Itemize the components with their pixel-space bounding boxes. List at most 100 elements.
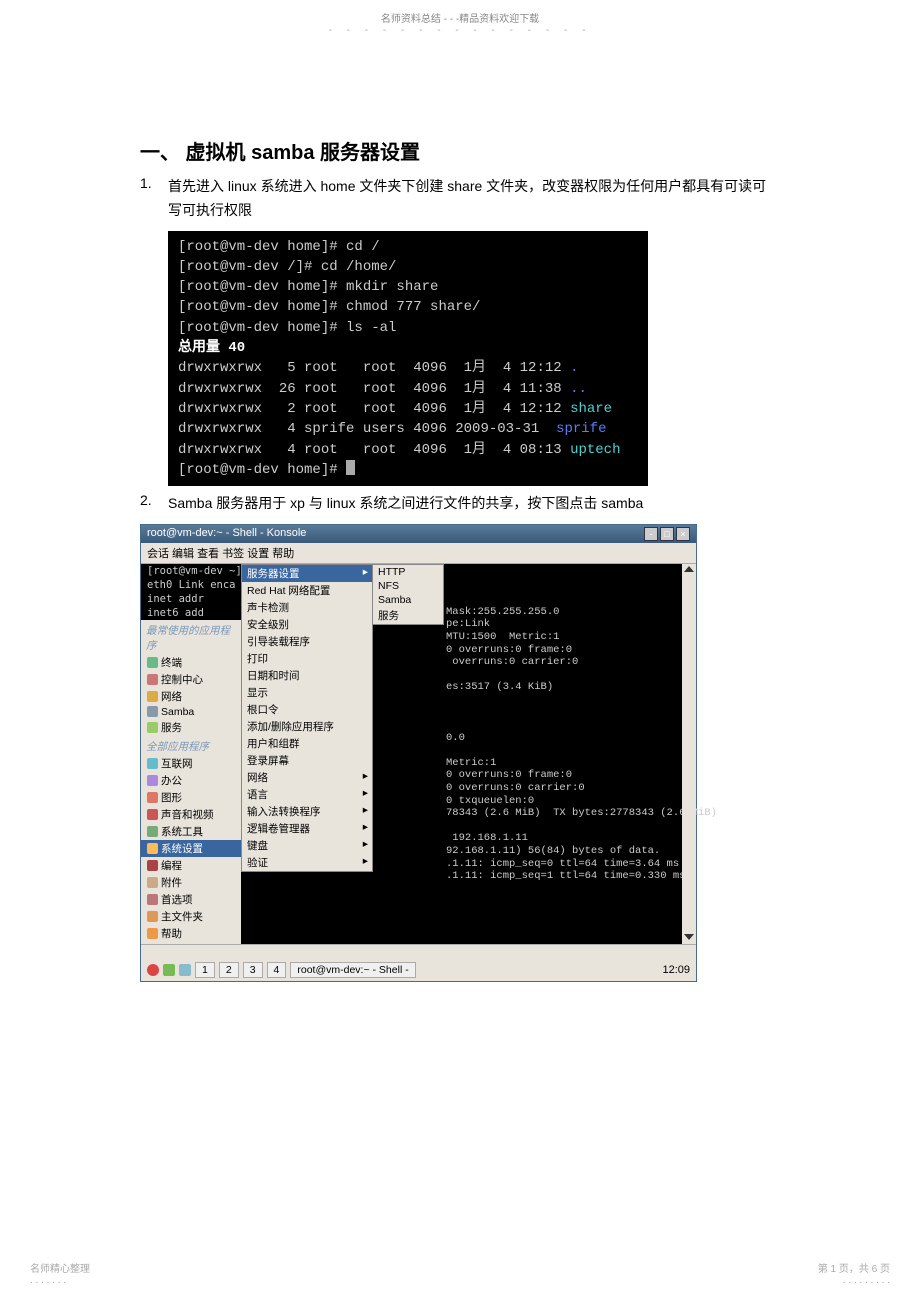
menu-item-control[interactable]: 控制中心 xyxy=(141,671,241,688)
menu-item-network[interactable]: 网络 xyxy=(141,688,241,705)
term-line: drwxrwxrwx 4 sprife users 4096 2009-03-3… xyxy=(178,421,556,437)
menu-item-media[interactable]: 声音和视频 xyxy=(141,806,241,823)
menu-item-service[interactable]: 服务 xyxy=(141,719,241,736)
scroll-up-icon[interactable] xyxy=(684,566,694,572)
term-fragment: eth0 Link enca xyxy=(141,578,241,592)
pager-2[interactable]: 2 xyxy=(219,962,239,978)
submenu-item-keyboard[interactable]: ▸键盘 xyxy=(242,837,372,854)
accessory-icon xyxy=(147,877,158,888)
submenu-server-settings[interactable]: HTTP NFS Samba 服务 xyxy=(372,564,444,625)
submenu-item-date[interactable]: 日期和时间 xyxy=(242,667,372,684)
kmenu-sidebar[interactable]: [root@vm-dev ~]# if eth0 Link enca inet … xyxy=(141,564,241,944)
footer-left: 名师精心整理. . . . . . . xyxy=(30,1260,90,1286)
submenu-item-users[interactable]: 用户和组群 xyxy=(242,735,372,752)
help-icon xyxy=(147,928,158,939)
term-fragment: inet addr xyxy=(141,592,241,606)
menu-item-systools[interactable]: 系统工具 xyxy=(141,823,241,840)
submenu-item-addremove[interactable]: 添加/删除应用程序 xyxy=(242,718,372,735)
menubar[interactable]: 会话 编辑 查看 书签 设置 帮助 xyxy=(141,543,696,564)
desktop-icon[interactable] xyxy=(163,964,175,976)
term-line: [root@vm-dev /]# cd /home/ xyxy=(178,259,396,275)
term-line: [root@vm-dev home]# ls -al xyxy=(178,320,396,336)
menu-item-graphics[interactable]: 图形 xyxy=(141,789,241,806)
menu-item-internet[interactable]: 互联网 xyxy=(141,755,241,772)
term-fragment: [root@vm-dev ~]# if xyxy=(141,564,241,578)
home-icon xyxy=(147,911,158,922)
menu-item-samba[interactable]: Samba xyxy=(141,705,241,719)
pager-4[interactable]: 4 xyxy=(267,962,287,978)
tools-icon xyxy=(147,826,158,837)
taskbar-clock[interactable]: 12:09 xyxy=(662,964,690,976)
header-dots: - - - - - - - - - - - - - - - xyxy=(329,25,592,36)
submenu-item-sound[interactable]: 声卡检测 xyxy=(242,599,372,616)
chevron-right-icon: ▸ xyxy=(363,855,368,867)
heading-1: 一、 虚拟机 samba 服务器设置 xyxy=(140,136,780,165)
submenu-item-display[interactable]: 显示 xyxy=(242,684,372,701)
submenu-item-boot[interactable]: 引导装载程序 xyxy=(242,633,372,650)
submenu-item-security[interactable]: 安全级别 xyxy=(242,616,372,633)
dev-icon xyxy=(147,860,158,871)
menu-item-accessories[interactable]: 附件 xyxy=(141,874,241,891)
menu-item-office[interactable]: 办公 xyxy=(141,772,241,789)
kmenu-icon[interactable] xyxy=(147,964,159,976)
terminal-screenshot-1: [root@vm-dev home]# cd / [root@vm-dev /]… xyxy=(168,231,648,487)
close-button[interactable]: × xyxy=(676,527,690,541)
header-text: 名师资料总结 - - -精品资料欢迎下载 xyxy=(381,14,539,25)
term-line: [root@vm-dev home]# mkdir share xyxy=(178,279,438,295)
scrollbar[interactable] xyxy=(682,564,696,944)
footer-right: 第 1 页，共 6 页. . . . . . . . . xyxy=(818,1260,890,1286)
menu-item-terminal[interactable]: 终端 xyxy=(141,654,241,671)
samba-icon xyxy=(147,706,158,717)
menu-item-syssettings[interactable]: 系统设置 xyxy=(141,840,241,857)
minimize-button[interactable]: - xyxy=(644,527,658,541)
submenu-item-network[interactable]: ▸网络 xyxy=(242,769,372,786)
term-line: 总用量 40 xyxy=(178,340,245,356)
term-line: drwxrwxrwx 4 root root 4096 1月 4 08:13 xyxy=(178,442,570,458)
submenu-item-auth[interactable]: ▸验证 xyxy=(242,854,372,871)
cursor-icon xyxy=(346,460,355,475)
submenu-item-ime[interactable]: ▸输入法转换程序 xyxy=(242,803,372,820)
pager-1[interactable]: 1 xyxy=(195,962,215,978)
taskbar[interactable]: 1 2 3 4 root@vm-dev:~ - Shell - 12:09 xyxy=(141,959,696,981)
browser-icon[interactable] xyxy=(179,964,191,976)
submenu-item-http[interactable]: HTTP xyxy=(373,565,443,579)
window-titlebar[interactable]: root@vm-dev:~ - Shell - Konsole -□× xyxy=(141,525,696,543)
scroll-down-icon[interactable] xyxy=(684,934,694,940)
chevron-right-icon: ▸ xyxy=(363,804,368,816)
list-item-2: 2. Samba 服务器用于 xp 与 linux 系统之间进行文件的共享，按下… xyxy=(140,492,780,516)
submenu-item-lang[interactable]: ▸语言 xyxy=(242,786,372,803)
term-line: drwxrwxrwx 26 root root 4096 1月 4 11:38 xyxy=(178,381,570,397)
submenu-item-redhat[interactable]: Red Hat 网络配置 xyxy=(242,582,372,599)
menu-item-prefs[interactable]: 首选项 xyxy=(141,891,241,908)
submenu-system-settings[interactable]: 服务器设置▸ Red Hat 网络配置 声卡检测 安全级别 引导装载程序 打印 … xyxy=(241,564,373,872)
taskbar-app[interactable]: root@vm-dev:~ - Shell - xyxy=(290,962,415,978)
ordered-list: 1. 首先进入 linux 系统进入 home 文件夹下创建 share 文件夹… xyxy=(140,175,780,223)
pager-3[interactable]: 3 xyxy=(243,962,263,978)
menu-item-help[interactable]: 帮助 xyxy=(141,925,241,942)
maximize-button[interactable]: □ xyxy=(660,527,674,541)
submenu-item-print[interactable]: 打印 xyxy=(242,650,372,667)
menu-item-dev[interactable]: 编程 xyxy=(141,857,241,874)
menu-item-control2[interactable]: 控制中心 xyxy=(141,942,241,944)
submenu-item-login[interactable]: 登录屏幕 xyxy=(242,752,372,769)
submenu-item-server[interactable]: 服务器设置▸ xyxy=(242,565,372,582)
terminal-icon xyxy=(147,657,158,668)
term-line: drwxrwxrwx 5 root root 4096 1月 4 12:12 xyxy=(178,360,570,376)
service-icon xyxy=(147,722,158,733)
item-text: 首先进入 linux 系统进入 home 文件夹下创建 share 文件夹，改变… xyxy=(168,175,780,223)
submenu-item-lvm[interactable]: ▸逻辑卷管理器 xyxy=(242,820,372,837)
submenu-item-samba[interactable]: Samba xyxy=(373,593,443,607)
desktop-screenshot: root@vm-dev:~ - Shell - Konsole -□× 会话 编… xyxy=(140,524,697,982)
globe-icon xyxy=(147,758,158,769)
submenu-item-services[interactable]: 服务 xyxy=(373,607,443,624)
term-line: [root@vm-dev home]# cd / xyxy=(178,239,380,255)
dir-dot: . xyxy=(570,360,578,376)
chevron-right-icon: ▸ xyxy=(363,838,368,850)
menu-item-home[interactable]: 主文件夹 xyxy=(141,908,241,925)
term-line: drwxrwxrwx 2 root root 4096 1月 4 12:12 xyxy=(178,401,570,417)
submenu-item-nfs[interactable]: NFS xyxy=(373,579,443,593)
chevron-right-icon: ▸ xyxy=(363,770,368,782)
item-number: 1. xyxy=(140,175,168,223)
submenu-item-rootpw[interactable]: 根口令 xyxy=(242,701,372,718)
document-body: 一、 虚拟机 samba 服务器设置 1. 首先进入 linux 系统进入 ho… xyxy=(0,36,920,1002)
